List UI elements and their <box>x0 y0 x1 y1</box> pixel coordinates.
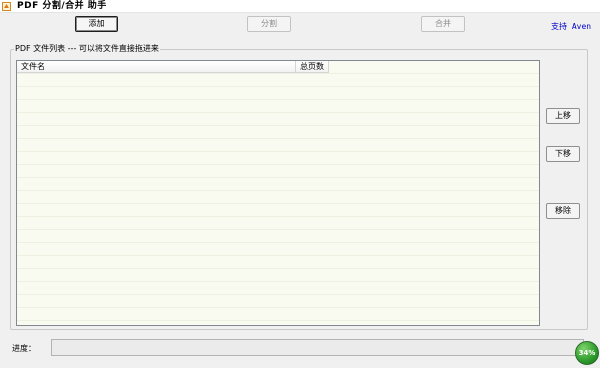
title-bar: PDF 分割/合并 助手 <box>0 0 600 13</box>
merge-button[interactable]: 合并 <box>421 16 465 32</box>
file-list[interactable]: 文件名 总页数 <box>16 60 540 326</box>
pdf-app-icon <box>2 2 11 11</box>
support-link[interactable]: 支持 Aven <box>551 21 591 32</box>
percent-badge: 34% <box>575 341 599 365</box>
remove-button[interactable]: 移除 <box>546 203 580 219</box>
split-button[interactable]: 分割 <box>247 16 291 32</box>
file-list-header: 文件名 总页数 <box>17 61 539 74</box>
progress-label: 进度： <box>12 344 36 353</box>
column-header-filename[interactable]: 文件名 <box>17 61 296 73</box>
move-down-button[interactable]: 下移 <box>546 146 580 162</box>
file-list-legend: PDF 文件列表 --- 可以将文件直接拖进来 <box>14 43 160 54</box>
add-button[interactable]: 添加 <box>75 16 118 32</box>
column-header-pages[interactable]: 总页数 <box>296 61 329 73</box>
move-up-button[interactable]: 上移 <box>546 108 580 124</box>
progress-bar <box>51 339 584 356</box>
window-title: PDF 分割/合并 助手 <box>17 1 107 11</box>
